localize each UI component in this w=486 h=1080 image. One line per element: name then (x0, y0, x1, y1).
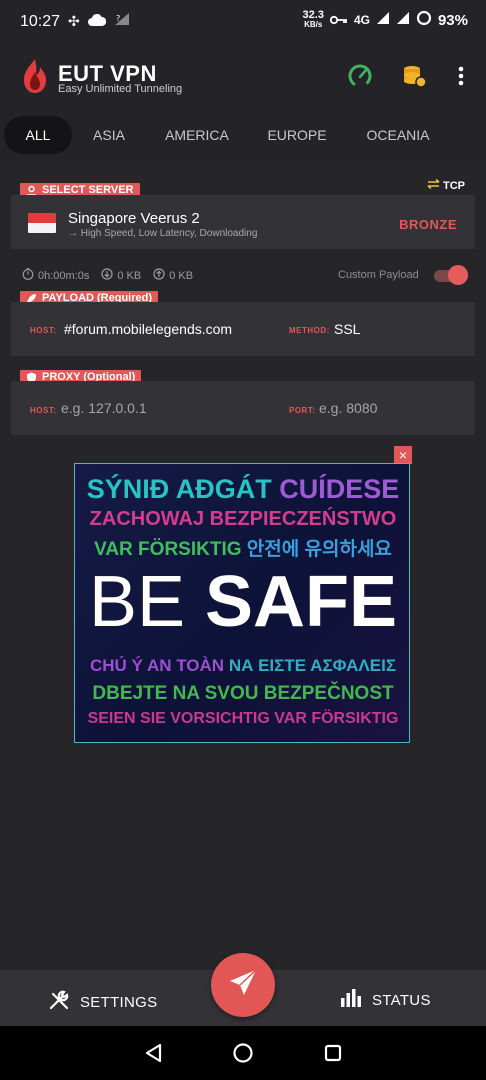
region-tabs: ALL ASIA AMERICA EUROPE OCEANIA (0, 108, 486, 162)
proxy-port-label: PORT: (289, 406, 316, 415)
payload-host-input[interactable]: #forum.mobilelegends.com (64, 321, 232, 337)
tab-europe[interactable]: EUROPE (260, 116, 334, 154)
proxy-host-label: HOST: (30, 406, 57, 415)
fan-icon: ✣ (68, 13, 80, 29)
back-icon[interactable] (142, 1041, 166, 1065)
settings-button[interactable]: SETTINGS (48, 989, 157, 1015)
tab-oceania[interactable]: OCEANIA (360, 116, 436, 154)
no-sim-signal-icon: ? (114, 12, 130, 31)
signal-icon (376, 11, 390, 29)
proxy-card: HOST: e.g. 127.0.0.1 PORT: e.g. 8080 (11, 381, 475, 435)
ad-line-2: ZACHOWAJ BEZPIECZEŃSTWO (89, 508, 397, 530)
server-tier-badge: BRONZE (399, 217, 457, 232)
custom-payload-label: Custom Payload (338, 269, 419, 281)
proxy-port-input[interactable]: e.g. 8080 (319, 400, 377, 416)
download-total: 0 KB (117, 269, 142, 282)
clock: 10:27 (20, 12, 61, 30)
upload-total: 0 KB (169, 269, 194, 282)
connect-button[interactable] (211, 953, 275, 1017)
payload-method-select[interactable]: SSL (334, 321, 360, 337)
ad-close-button[interactable]: × (394, 446, 412, 464)
server-selector[interactable]: Singapore Veerus 2 → High Speed, Low Lat… (11, 195, 475, 249)
app-subtitle: Easy Unlimited Tunneling (58, 83, 183, 95)
upload-icon (153, 268, 165, 283)
download-icon (101, 268, 113, 283)
duration: 0h:00m:0s (38, 269, 90, 282)
custom-payload-toggle[interactable] (432, 264, 470, 286)
tab-america[interactable]: AMERICA (158, 116, 236, 154)
ad-headline: BE SAFE (88, 562, 398, 642)
ad-line-7: SEIEN SIE VORSICHTIG VAR FÖRSIKTIG (87, 710, 399, 727)
status-bar: 10:27 ✣ ? 32.3 KB/s 4G 93% (0, 0, 486, 44)
signal-icon-2 (396, 11, 410, 29)
swap-arrows-icon (427, 178, 440, 192)
tools-icon (48, 989, 70, 1015)
network-type: 4G (353, 13, 370, 27)
connection-stats: 0h:00m:0s 0 KB 0 KB (22, 268, 193, 283)
ad-line-5: CHÚ Ý AN TOÀN ΝΑ ΕΙΣΤΕ ΑΣΦΑΛΕΙΣ (89, 656, 397, 675)
battery-level: 93% (437, 11, 468, 29)
server-name: Singapore Veerus 2 (68, 210, 200, 227)
bar-chart-icon (340, 989, 362, 1011)
coins-icon[interactable] (400, 62, 428, 90)
status-button[interactable]: STATUS (340, 989, 431, 1011)
app-header: EUT VPN Easy Unlimited Tunneling (0, 44, 486, 108)
server-description: → High Speed, Low Latency, Downloading (68, 228, 258, 239)
payload-card: HOST: #forum.mobilelegends.com METHOD: S… (11, 302, 475, 356)
battery-icon (416, 10, 432, 30)
tab-asia[interactable]: ASIA (82, 116, 136, 154)
app-logo-icon (22, 58, 48, 94)
proxy-host-input[interactable]: e.g. 127.0.0.1 (61, 400, 147, 416)
ad-line-3: VAR FÖRSIKTIG 안전에 유의하세요 (94, 539, 392, 560)
payload-host-label: HOST: (30, 326, 57, 335)
ad-banner[interactable]: SÝNIÐ AÐGÁT CUÍDESE ZACHOWAJ BEZPIECZEŃS… (74, 463, 410, 743)
protocol-indicator[interactable]: TCP (427, 178, 465, 192)
payload-method-label: METHOD: (289, 326, 330, 335)
timer-icon (22, 268, 34, 283)
recents-icon[interactable] (321, 1041, 345, 1065)
tab-all[interactable]: ALL (4, 116, 72, 154)
home-icon[interactable] (231, 1041, 255, 1065)
status-label: STATUS (372, 991, 431, 1009)
settings-label: SETTINGS (80, 993, 158, 1011)
ad-line-1: SÝNIÐ AÐGÁT CUÍDESE (86, 474, 400, 504)
vpn-key-icon (329, 12, 348, 29)
svg-text:?: ? (116, 14, 120, 23)
cloud-icon (87, 13, 107, 31)
send-icon (228, 968, 258, 1003)
singapore-flag-icon (28, 213, 56, 233)
speedometer-icon[interactable] (346, 62, 374, 90)
more-vert-icon[interactable] (447, 62, 475, 90)
ad-line-6: DBEJTE NA SVOU BEZPEČNOST (92, 683, 394, 704)
network-speed: 32.3 KB/s (302, 9, 324, 30)
system-nav-bar (0, 1026, 486, 1080)
